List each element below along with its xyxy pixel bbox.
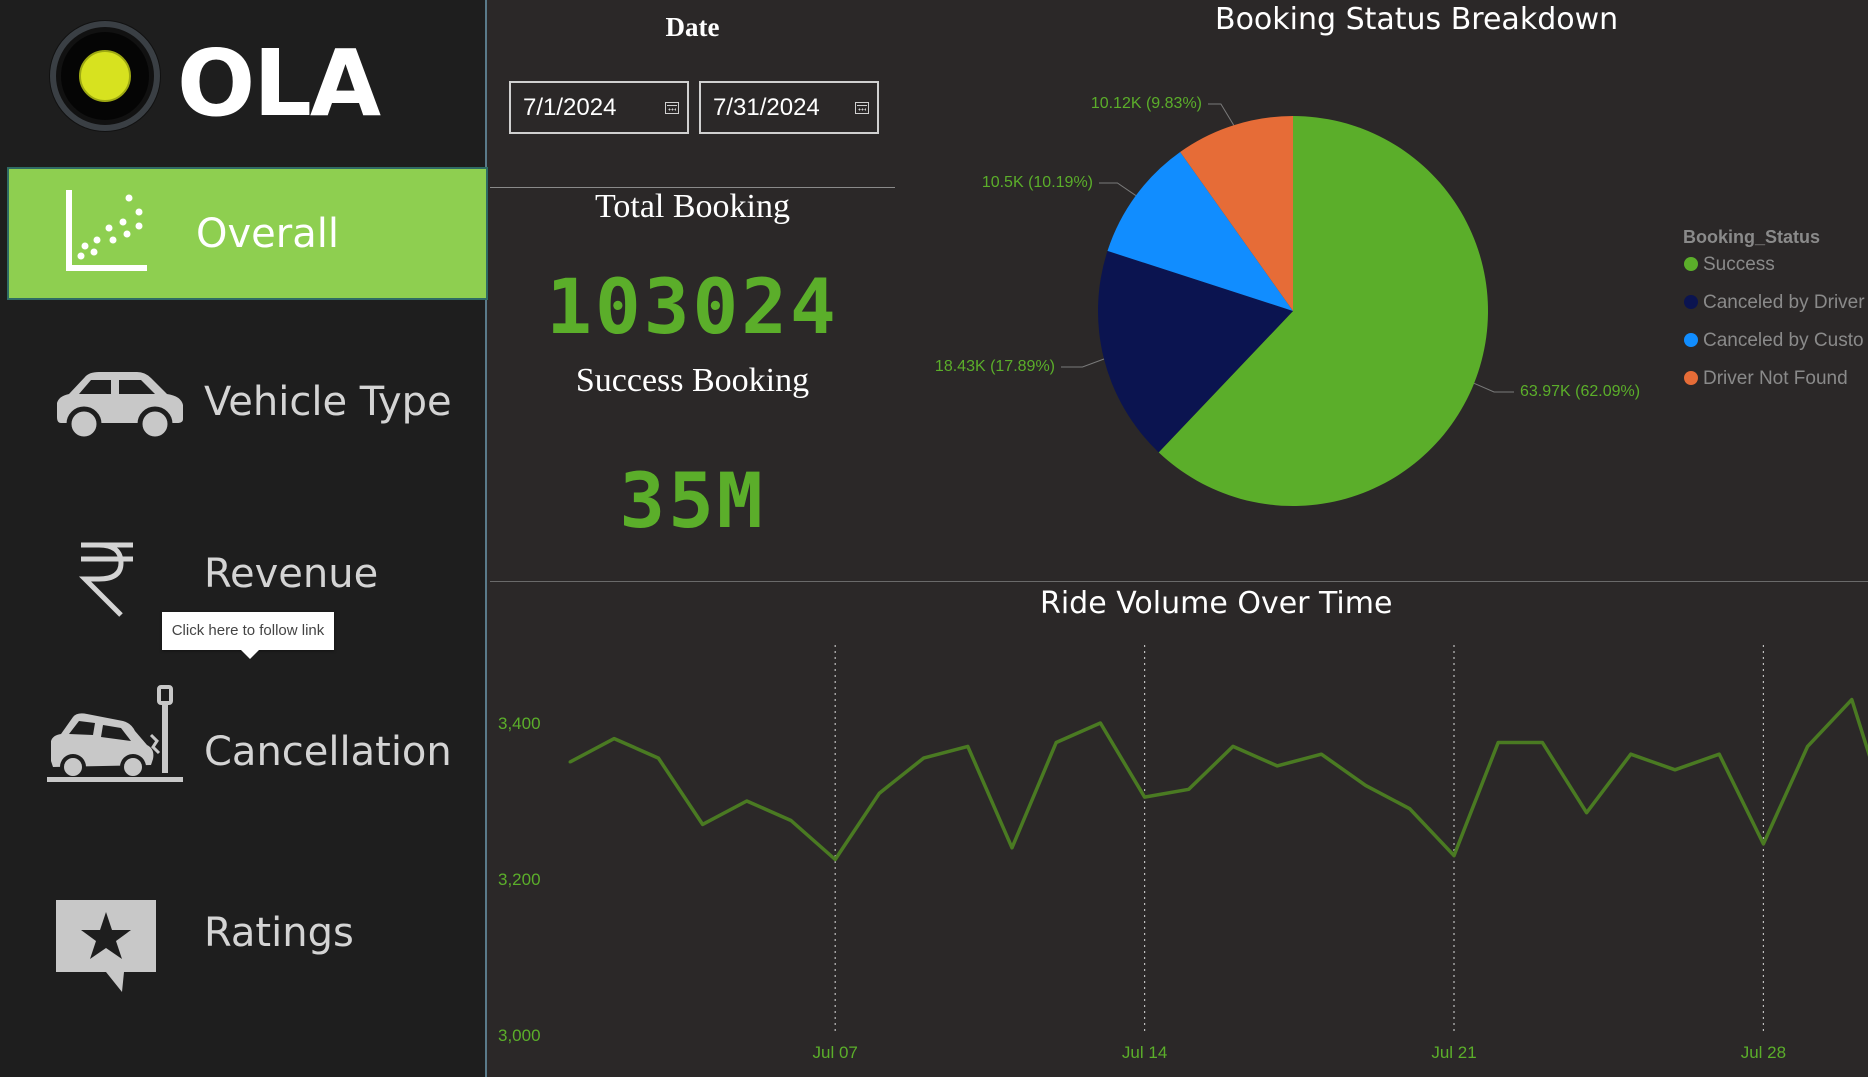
data-point [1540, 741, 1544, 744]
x-tick-label: Jul 21 [1431, 1043, 1476, 1062]
ola-logo: OLA [49, 20, 383, 137]
data-point [745, 799, 749, 803]
pie-leader-line [1061, 358, 1105, 368]
y-tick-label: 3,400 [498, 714, 541, 733]
pie-data-label: 18.43K (17.89%) [935, 358, 1055, 375]
data-point [1761, 842, 1765, 846]
sidebar-item-label: Ratings [204, 909, 354, 956]
booking-status-pie-chart: 63.97K (62.09%) 18.43K (17.89%) 10.5K (10.… [935, 95, 1865, 506]
sidebar-item-ratings[interactable]: Ratings [7, 866, 488, 999]
x-tick-label: Jul 07 [813, 1043, 858, 1062]
car-crash-icon [47, 685, 183, 782]
data-point [1408, 807, 1412, 811]
end-date-value: 7/31/2024 [713, 94, 820, 121]
data-point [612, 737, 616, 741]
sidebar-item-label: Cancellation [204, 728, 452, 775]
data-point [1275, 764, 1279, 768]
y-tick-label: 3,200 [498, 870, 541, 889]
pie-data-label: 10.12K (9.83%) [1091, 95, 1202, 112]
ride-volume-series-line [569, 697, 1868, 862]
legend-label: Canceled by Driver [1703, 292, 1865, 313]
pie-data-label: 10.5K (10.19%) [982, 174, 1093, 191]
total-booking-label: Total Booking [594, 188, 790, 225]
pie-leader-line [1099, 182, 1137, 196]
sidebar-item-cancellation[interactable]: Cancellation [7, 685, 488, 818]
data-point [656, 756, 660, 760]
start-date-input[interactable]: 7/1/2024 [509, 81, 689, 134]
x-tick-label: Jul 14 [1122, 1043, 1167, 1062]
sidebar-item-vehicle-type[interactable]: Vehicle Type [7, 335, 488, 468]
star-speech-bubble-icon [56, 900, 156, 992]
logo-text: OLA [177, 30, 381, 137]
data-point [789, 819, 793, 822]
link-tooltip: Click here to follow link [162, 612, 334, 659]
calendar-icon[interactable] [665, 102, 679, 114]
sidebar-item-overall[interactable]: Overall [7, 167, 488, 300]
data-point [1850, 698, 1854, 702]
pie-data-label: 63.97K (62.09%) [1520, 383, 1640, 400]
scatter-chart-icon [66, 190, 147, 271]
data-point [1010, 846, 1014, 850]
data-point [966, 744, 970, 748]
total-booking-value: 103024 [546, 262, 839, 351]
car-icon [57, 372, 183, 441]
legend-label: Success [1703, 254, 1775, 275]
end-date-input[interactable]: 7/31/2024 [699, 81, 879, 134]
data-point [1629, 752, 1633, 756]
data-point [1231, 744, 1235, 748]
legend-label: Driver Not Found [1703, 368, 1848, 389]
data-point [1098, 721, 1102, 725]
data-point [701, 822, 705, 826]
success-booking-label: Success Booking [575, 362, 810, 399]
data-point [1673, 768, 1677, 772]
success-booking-value: 35M [619, 456, 766, 545]
legend-label: Canceled by Custo [1703, 330, 1864, 351]
pie-leader-line [1208, 103, 1235, 126]
data-point [1806, 744, 1810, 748]
sidebar-item-label: Revenue [204, 550, 379, 597]
sidebar-item-label: Overall [196, 210, 339, 257]
pie-leader-line [1473, 382, 1514, 393]
divider [490, 581, 1868, 582]
legend-title: Booking_Status [1683, 227, 1820, 247]
data-point [568, 760, 572, 764]
calendar-icon[interactable] [855, 102, 869, 114]
date-filter-title: Date [665, 12, 720, 42]
legend-marker [1684, 257, 1698, 271]
start-date-value: 7/1/2024 [523, 94, 617, 121]
x-tick-label: Jul 28 [1741, 1043, 1786, 1062]
data-point [1585, 811, 1589, 815]
data-point [833, 858, 837, 861]
legend-marker [1684, 371, 1698, 385]
data-point [1054, 741, 1058, 744]
data-point [1143, 795, 1147, 799]
data-point [1319, 752, 1323, 756]
data-point [1452, 854, 1456, 858]
legend-marker [1684, 333, 1698, 347]
rupee-icon [78, 542, 133, 617]
y-tick-label: 3,000 [498, 1026, 541, 1045]
line-chart-title: Ride Volume Over Time [1040, 586, 1393, 621]
data-point [922, 756, 926, 760]
data-point [1717, 752, 1721, 756]
pie-chart-title: Booking Status Breakdown [1215, 2, 1619, 37]
legend-marker [1684, 295, 1698, 309]
data-point [877, 791, 881, 795]
sidebar-item-label: Vehicle Type [204, 378, 452, 425]
data-point [1496, 741, 1500, 744]
sidebar: OLA Overall Vehicle Type Revenue Cancell… [0, 0, 488, 1077]
data-point [1364, 783, 1368, 787]
data-point [1187, 787, 1191, 791]
ride-volume-line-chart: Jul 07 Jul 14 Jul 21 Jul 28 3,400 3,200 3,000 [498, 645, 1868, 1062]
